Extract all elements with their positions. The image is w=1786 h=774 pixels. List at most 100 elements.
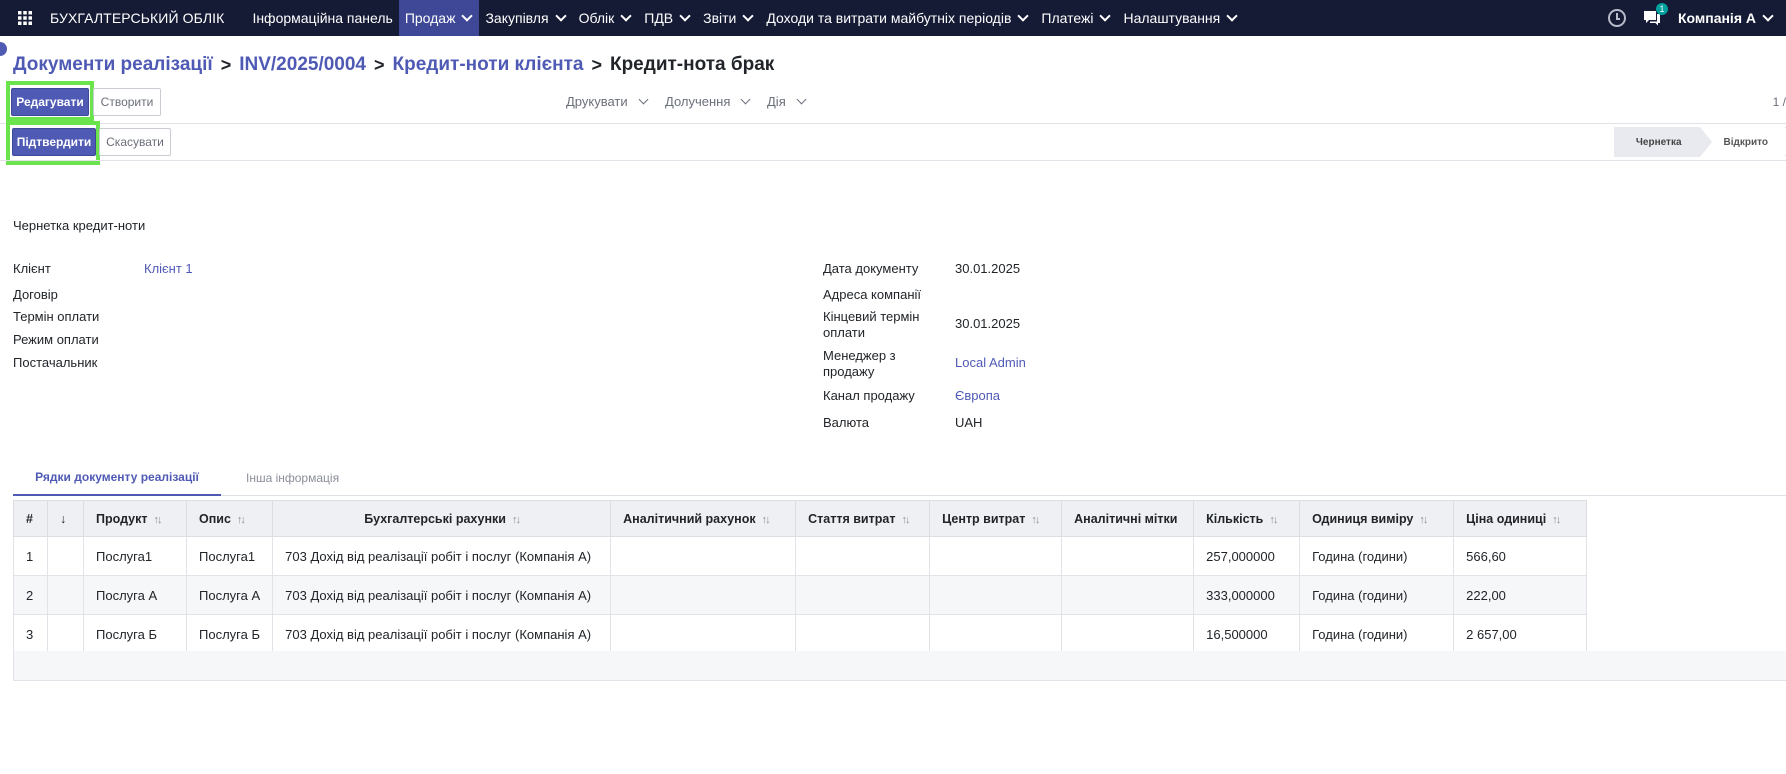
cell-handle[interactable] xyxy=(47,614,84,654)
table-row[interactable]: 3 Послуга Б Послуга Б 703 Дохід від реал… xyxy=(13,614,1588,654)
confirm-button[interactable]: Підтвердити xyxy=(12,128,96,156)
col-header-label: Аналітичні мітки xyxy=(1074,511,1178,526)
col-header-cost-center[interactable]: Центр витрат ↑↓ xyxy=(929,500,1063,537)
cell-handle[interactable] xyxy=(47,575,84,615)
col-header-uom[interactable]: Одиниця виміру ↑↓ xyxy=(1299,500,1455,537)
table-row[interactable]: 1 Послуга1 Послуга1 703 Дохід від реаліз… xyxy=(13,536,1588,576)
col-header-label: Аналітичний рахунок xyxy=(623,511,756,526)
edit-button[interactable]: Редагувати xyxy=(11,88,89,116)
cell-uom[interactable]: Година (години) xyxy=(1299,614,1455,654)
create-button[interactable]: Створити xyxy=(93,88,161,116)
cell-description[interactable]: Послуга1 xyxy=(185,536,274,576)
customer-value[interactable]: Клієнт 1 xyxy=(144,261,193,276)
menu-reports[interactable]: Звіти xyxy=(697,0,760,36)
attachments-dropdown[interactable]: Долучення xyxy=(665,94,751,109)
currency-value[interactable]: UAH xyxy=(955,415,982,430)
tab-other-info[interactable]: Інша інформація xyxy=(246,460,339,496)
cell-account[interactable]: 703 Дохід від реалізації робіт і послуг … xyxy=(272,575,612,615)
cell-analytic-account[interactable] xyxy=(610,575,797,615)
cell-account[interactable]: 703 Дохід від реалізації робіт і послуг … xyxy=(272,536,612,576)
cell-account[interactable]: 703 Дохід від реалізації робіт і послуг … xyxy=(272,614,612,654)
tab-invoice-lines[interactable]: Рядки документу реалізації xyxy=(13,460,221,496)
cell-description[interactable]: Послуга А xyxy=(185,575,274,615)
col-header-label: Центр витрат xyxy=(942,511,1026,526)
col-header-quantity[interactable]: Кількість ↑↓ xyxy=(1193,500,1301,537)
sort-icon: ↑↓ xyxy=(761,513,771,526)
sales-channel-value[interactable]: Європа xyxy=(955,388,1000,403)
menu-vat[interactable]: ПДВ xyxy=(638,0,697,36)
stage-open[interactable]: Відкрито xyxy=(1699,127,1786,157)
field-label-supplier: Постачальник xyxy=(13,355,98,370)
company-switcher[interactable]: Компанія А xyxy=(1678,10,1774,26)
cell-quantity[interactable]: 257,000000 xyxy=(1193,536,1301,576)
cell-expense-item[interactable] xyxy=(795,536,931,576)
cell-cost-center[interactable] xyxy=(929,536,1063,576)
menu-dashboard[interactable]: Інформаційна панель xyxy=(246,0,398,36)
cell-quantity[interactable]: 16,500000 xyxy=(1193,614,1301,654)
table-row[interactable]: 2 Послуга А Послуга А 703 Дохід від реал… xyxy=(13,575,1588,615)
cell-uom[interactable]: Година (години) xyxy=(1299,575,1455,615)
cell-unit-price[interactable]: 566,60 xyxy=(1453,536,1588,576)
salesperson-value[interactable]: Local Admin xyxy=(955,355,1026,370)
pager[interactable]: 1 / xyxy=(1773,95,1786,109)
breadcrumb-current: Кредит-нота брак xyxy=(609,54,775,75)
breadcrumb: Документи реалізації > INV/2025/0004 > К… xyxy=(13,54,774,76)
menu-settings[interactable]: Налаштування xyxy=(1117,0,1244,36)
document-title: Чернетка кредит-ноти xyxy=(13,218,146,233)
cell-handle[interactable] xyxy=(47,536,84,576)
cell-expense-item[interactable] xyxy=(795,614,931,654)
sidebar-toggle-icon[interactable] xyxy=(0,42,7,56)
activity-clock-icon[interactable] xyxy=(1607,9,1626,27)
col-header-expense-item[interactable]: Стаття витрат ↑↓ xyxy=(795,500,931,537)
cell-analytic-tags[interactable] xyxy=(1061,614,1195,654)
apps-grid-icon[interactable] xyxy=(0,0,50,36)
col-header-analytic-account[interactable]: Аналітичний рахунок ↑↓ xyxy=(610,500,797,537)
cell-analytic-account[interactable] xyxy=(610,614,797,654)
breadcrumb-separator: > xyxy=(220,54,232,75)
menu-accounting[interactable]: Облік xyxy=(573,0,639,36)
cell-cost-center[interactable] xyxy=(929,614,1063,654)
col-header-product[interactable]: Продукт ↑↓ xyxy=(83,500,187,537)
cell-unit-price[interactable]: 2 657,00 xyxy=(1453,614,1588,654)
field-label-document-date: Дата документу xyxy=(823,261,919,276)
cell-product[interactable]: Послуга А xyxy=(83,575,187,615)
col-header-accounts[interactable]: Бухгалтерські рахунки ↑↓ xyxy=(272,500,612,537)
cell-unit-price[interactable]: 222,00 xyxy=(1453,575,1588,615)
invoice-lines-table: # ↓ Продукт ↑↓ Опис ↑↓ Бухгалтерські рахун… xyxy=(13,500,1588,654)
col-header-description[interactable]: Опис ↑↓ xyxy=(185,500,274,537)
menu-purchases[interactable]: Закупівля xyxy=(479,0,572,36)
messages-icon[interactable]: 1 xyxy=(1642,3,1668,27)
due-date-value[interactable]: 30.01.2025 xyxy=(955,316,1020,331)
chevron-down-icon xyxy=(679,10,691,22)
cell-description[interactable]: Послуга Б xyxy=(185,614,274,654)
stage-draft[interactable]: Чернетка xyxy=(1613,127,1712,157)
menu-label: Звіти xyxy=(703,10,737,26)
cell-analytic-tags[interactable] xyxy=(1061,575,1195,615)
col-header-unit-price[interactable]: Ціна одиниці ↑↓ xyxy=(1453,500,1588,537)
action-dropdown[interactable]: Дія xyxy=(767,94,807,109)
menu-deferred[interactable]: Доходи та витрати майбутніх періодів xyxy=(760,0,1035,36)
cell-product[interactable]: Послуга1 xyxy=(83,536,187,576)
cell-uom[interactable]: Година (години) xyxy=(1299,536,1455,576)
menu-label: Закупівля xyxy=(485,10,549,26)
app-brand[interactable]: БУХГАЛТЕРСЬКИЙ ОБЛІК xyxy=(50,10,246,26)
cell-product[interactable]: Послуга Б xyxy=(83,614,187,654)
breadcrumb-link-credit-notes[interactable]: Кредит-ноти клієнта xyxy=(393,54,584,76)
col-header-sequence[interactable]: ↓ xyxy=(47,500,84,537)
menu-sales[interactable]: Продаж xyxy=(398,0,480,36)
print-dropdown[interactable]: Друкувати xyxy=(566,94,649,109)
breadcrumb-link-invoice[interactable]: INV/2025/0004 xyxy=(239,54,366,76)
cell-analytic-tags[interactable] xyxy=(1061,536,1195,576)
cell-quantity[interactable]: 333,000000 xyxy=(1193,575,1301,615)
chevron-down-icon xyxy=(1226,10,1238,22)
cell-analytic-account[interactable] xyxy=(610,536,797,576)
col-header-analytic-tags[interactable]: Аналітичні мітки xyxy=(1061,500,1195,537)
cell-cost-center[interactable] xyxy=(929,575,1063,615)
breadcrumb-link-documents[interactable]: Документи реалізації xyxy=(13,54,213,76)
menu-payments[interactable]: Платежі xyxy=(1035,0,1117,36)
cell-expense-item[interactable] xyxy=(795,575,931,615)
col-header-label: Опис xyxy=(199,511,231,526)
field-label-due-date: Кінцевий термін оплати xyxy=(823,309,920,340)
cancel-button[interactable]: Скасувати xyxy=(99,128,171,156)
document-date-value[interactable]: 30.01.2025 xyxy=(955,261,1020,276)
